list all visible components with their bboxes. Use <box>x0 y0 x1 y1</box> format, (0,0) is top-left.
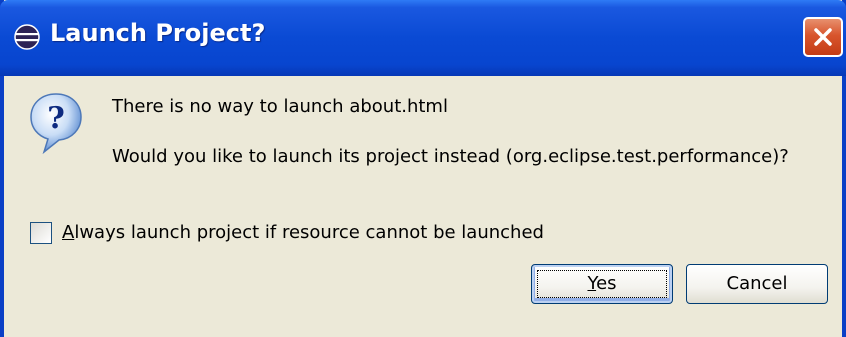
checkbox-mnemonic: A <box>62 222 75 243</box>
message-line-1: There is no way to launch about.html <box>112 96 448 117</box>
eclipse-icon <box>14 24 40 50</box>
launch-project-dialog: Launch Project? ? There is no way to lau… <box>0 0 846 337</box>
checkbox-label-text: lways launch project if resource cannot … <box>74 222 544 243</box>
yes-button[interactable]: Yes <box>531 264 673 304</box>
title-bar[interactable]: Launch Project? <box>0 0 846 76</box>
close-button[interactable] <box>803 17 843 57</box>
question-icon: ? <box>28 90 84 156</box>
always-launch-label[interactable]: Always launch project if resource cannot… <box>62 222 544 243</box>
message-line-2: Would you like to launch its project ins… <box>112 146 789 167</box>
dialog-content: ? There is no way to launch about.html W… <box>4 76 842 337</box>
window-title: Launch Project? <box>50 19 266 47</box>
svg-text:?: ? <box>47 101 65 136</box>
close-icon <box>814 28 832 46</box>
cancel-button[interactable]: Cancel <box>686 264 828 304</box>
always-launch-checkbox[interactable] <box>30 222 52 244</box>
focus-ring <box>537 270 667 298</box>
